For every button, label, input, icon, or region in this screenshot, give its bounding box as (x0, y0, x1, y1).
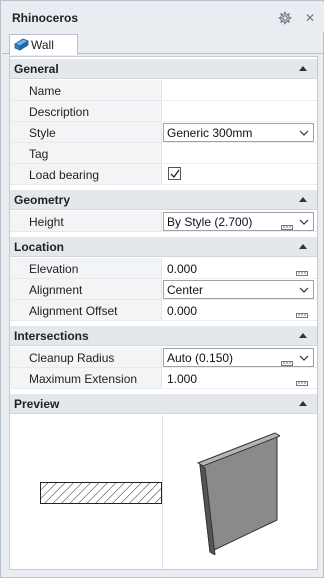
cleanup-radius-dropdown[interactable]: Auto (0.150) (163, 348, 314, 367)
triangle-up-icon[interactable] (299, 401, 307, 406)
chevron-down-icon[interactable] (299, 127, 309, 137)
ruler-icon (296, 307, 308, 318)
cleanup-radius-label: Cleanup Radius (29, 351, 115, 365)
alignment-value: Center (167, 283, 204, 297)
section-general-title: General (14, 62, 59, 76)
ruler-icon (296, 265, 308, 276)
row-style: Style Generic 300mm (10, 122, 317, 143)
height-dropdown[interactable]: By Style (2.700) (163, 212, 314, 231)
triangle-up-icon[interactable] (299, 66, 307, 71)
ruler-icon (296, 375, 308, 386)
elevation-label: Elevation (29, 262, 79, 276)
tab-wall-label: Wall (31, 38, 54, 52)
elevation-field[interactable]: 0.000 (163, 258, 317, 279)
elevation-value: 0.000 (167, 262, 198, 276)
chevron-down-icon[interactable] (299, 352, 309, 362)
style-value: Generic 300mm (167, 126, 253, 140)
section-location-title: Location (14, 240, 64, 254)
title-bar: Rhinoceros ✕ (2, 2, 324, 32)
tab-wall[interactable]: Wall (9, 34, 78, 55)
name-field[interactable] (163, 80, 317, 101)
rhinoceros-panel-window: Rhinoceros ✕ Wall General Name Descripti… (0, 0, 324, 578)
tag-field[interactable] (163, 143, 317, 164)
description-field[interactable] (163, 101, 317, 122)
section-location-header[interactable]: Location (10, 237, 317, 257)
section-intersections-title: Intersections (14, 329, 89, 343)
triangle-up-icon[interactable] (299, 197, 307, 202)
preview-area (10, 415, 317, 569)
gear-icon[interactable] (278, 11, 292, 25)
tag-label: Tag (29, 147, 49, 161)
close-icon[interactable]: ✕ (305, 12, 315, 24)
wall-3d-preview (196, 432, 280, 555)
height-label: Height (29, 215, 64, 229)
height-value: By Style (2.700) (167, 215, 253, 229)
row-name: Name (10, 80, 317, 101)
row-tag: Tag (10, 143, 317, 164)
window-title: Rhinoceros (12, 11, 79, 25)
description-label: Description (29, 105, 90, 119)
maximum-extension-value: 1.000 (167, 372, 198, 386)
section-general-header[interactable]: General (10, 59, 317, 79)
load-bearing-checkbox[interactable] (168, 167, 181, 180)
name-label: Name (29, 84, 62, 98)
section-intersections-header[interactable]: Intersections (10, 326, 317, 346)
chevron-down-icon[interactable] (299, 216, 309, 226)
wall-icon (14, 38, 29, 51)
row-cleanup-radius: Cleanup Radius Auto (0.150) (10, 347, 317, 368)
row-maximum-extension: Maximum Extension 1.000 (10, 368, 317, 389)
row-load-bearing: Load bearing (10, 164, 317, 185)
preview-divider (162, 415, 163, 569)
alignment-dropdown[interactable]: Center (163, 280, 314, 299)
triangle-up-icon[interactable] (299, 244, 307, 249)
style-label: Style (29, 126, 56, 140)
alignment-offset-value: 0.000 (167, 304, 198, 318)
section-geometry-title: Geometry (14, 193, 71, 207)
row-elevation: Elevation 0.000 (10, 258, 317, 279)
alignment-label: Alignment (29, 283, 83, 297)
row-alignment-offset: Alignment Offset 0.000 (10, 300, 317, 321)
maximum-extension-label: Maximum Extension (29, 372, 138, 386)
ruler-icon (281, 355, 293, 366)
row-alignment: Alignment Center (10, 279, 317, 300)
tab-strip: Wall (2, 32, 324, 55)
cleanup-radius-value: Auto (0.150) (167, 351, 234, 365)
section-preview-header[interactable]: Preview (10, 394, 317, 414)
properties-panel: General Name Description Style Generic 3… (9, 56, 318, 570)
alignment-offset-label: Alignment Offset (29, 304, 118, 318)
ruler-icon (281, 219, 293, 230)
triangle-up-icon[interactable] (299, 333, 307, 338)
section-geometry-header[interactable]: Geometry (10, 190, 317, 210)
load-bearing-label: Load bearing (29, 168, 100, 182)
chevron-down-icon[interactable] (299, 284, 309, 294)
row-height: Height By Style (2.700) (10, 211, 317, 232)
row-description: Description (10, 101, 317, 122)
maximum-extension-field[interactable]: 1.000 (163, 368, 317, 389)
section-preview-title: Preview (14, 397, 60, 411)
alignment-offset-field[interactable]: 0.000 (163, 300, 317, 321)
wall-plan-preview (40, 482, 162, 504)
style-dropdown[interactable]: Generic 300mm (163, 123, 314, 142)
